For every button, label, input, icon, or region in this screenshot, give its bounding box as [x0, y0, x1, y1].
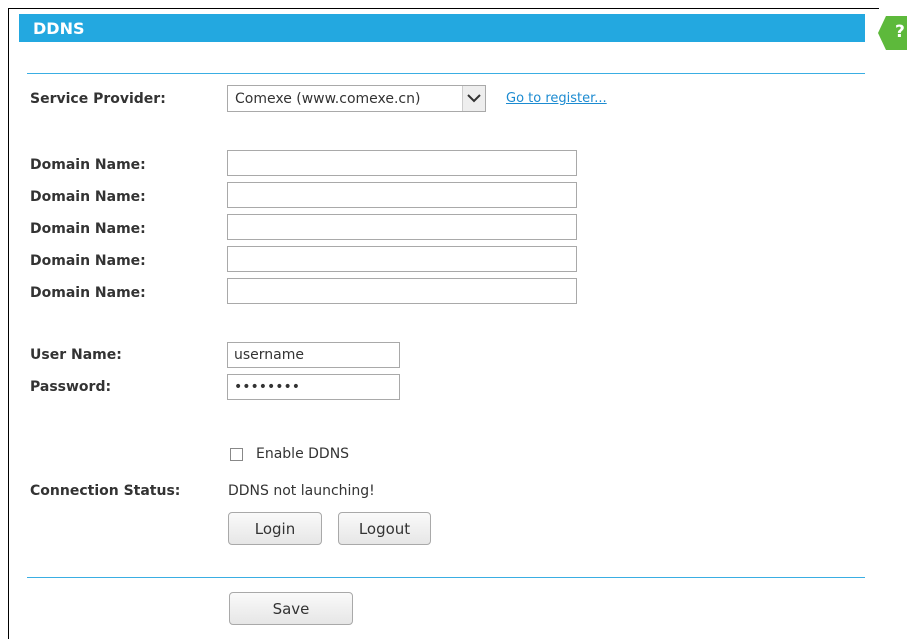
service-provider-select[interactable]: Comexe (www.comexe.cn) — [227, 85, 486, 112]
user-name-label: User Name: — [30, 347, 122, 363]
domain-name-input-2[interactable] — [227, 182, 577, 208]
page-title: DDNS — [33, 19, 85, 38]
password-label: Password: — [30, 379, 112, 395]
connection-status-label: Connection Status: — [30, 483, 181, 499]
domain-name-label-1: Domain Name: — [30, 157, 146, 173]
domain-name-input-1[interactable] — [227, 150, 577, 176]
bottom-divider — [27, 577, 865, 578]
go-to-register-link[interactable]: Go to register... — [506, 91, 607, 106]
save-button[interactable]: Save — [229, 592, 353, 625]
domain-name-label-2: Domain Name: — [30, 189, 146, 205]
chevron-down-icon[interactable] — [462, 86, 485, 111]
section-header: DDNS — [19, 14, 865, 42]
domain-name-input-5[interactable] — [227, 278, 577, 304]
domain-name-label-5: Domain Name: — [30, 285, 146, 301]
logout-button[interactable]: Logout — [338, 512, 431, 545]
help-question-mark: ? — [895, 22, 905, 42]
top-divider — [27, 73, 865, 74]
login-button[interactable]: Login — [228, 512, 322, 545]
connection-status-value: DDNS not launching! — [228, 483, 375, 499]
domain-name-label-3: Domain Name: — [30, 221, 146, 237]
service-provider-label: Service Provider: — [30, 91, 166, 107]
enable-ddns-label[interactable]: Enable DDNS — [256, 446, 349, 462]
domain-name-label-4: Domain Name: — [30, 253, 146, 269]
user-name-input[interactable] — [227, 342, 400, 368]
service-provider-selected: Comexe (www.comexe.cn) — [235, 91, 421, 107]
password-input[interactable] — [227, 374, 400, 400]
enable-ddns-checkbox[interactable] — [230, 448, 243, 461]
domain-name-input-4[interactable] — [227, 246, 577, 272]
domain-name-input-3[interactable] — [227, 214, 577, 240]
help-button[interactable]: ? — [878, 16, 907, 50]
